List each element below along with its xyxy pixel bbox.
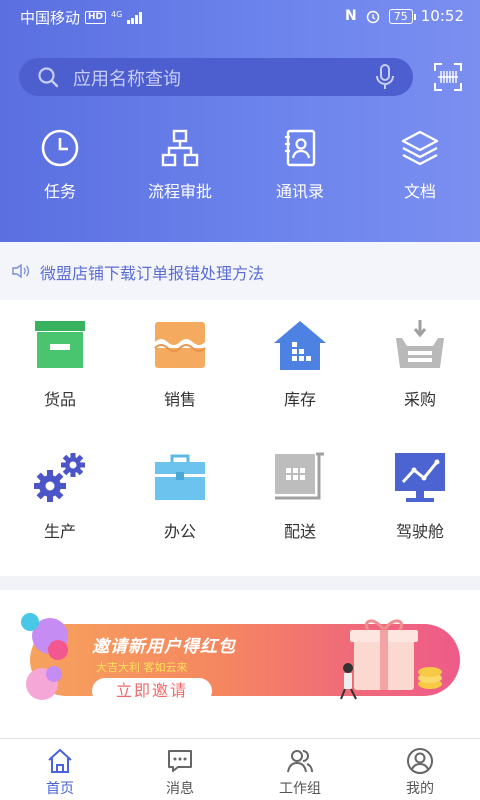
app-office[interactable]: 办公 xyxy=(120,450,240,542)
header: 中国移动 HD 4G N 75 10:52 应用名称查询 任务 流程审批 通讯录… xyxy=(0,0,480,242)
quick-action-label: 任务 xyxy=(43,182,76,201)
tab-messages[interactable]: 消息 xyxy=(120,739,240,800)
microphone-icon[interactable] xyxy=(375,64,395,90)
carrier-label: 中国移动 xyxy=(20,9,81,27)
app-label: 办公 xyxy=(163,522,196,541)
app-label: 货品 xyxy=(43,390,76,409)
decor-orb-icon xyxy=(26,666,62,700)
tab-label: 工作组 xyxy=(279,781,321,797)
briefcase-icon xyxy=(155,454,205,500)
promo-title: 邀请新用户得红包 xyxy=(92,637,236,657)
app-sales[interactable]: 销售 xyxy=(120,318,240,410)
app-production[interactable]: 生产 xyxy=(0,450,120,542)
search-icon xyxy=(38,67,59,88)
quick-action-task[interactable]: 任务 xyxy=(0,128,120,202)
app-dashboard[interactable]: 驾驶舱 xyxy=(360,450,480,542)
quick-action-docs[interactable]: 文档 xyxy=(360,128,480,202)
tab-profile[interactable]: 我的 xyxy=(360,739,480,800)
message-icon xyxy=(168,750,192,772)
promo-subtitle: 大吉大利 客如云来 xyxy=(96,661,188,674)
quick-action-contacts[interactable]: 通讯录 xyxy=(240,128,360,202)
app-label: 销售 xyxy=(163,390,196,409)
quick-action-label: 流程审批 xyxy=(147,182,212,201)
quick-action-approval[interactable]: 流程审批 xyxy=(120,128,240,202)
hd-badge: HD xyxy=(85,11,107,24)
notice-text[interactable]: 微盟店铺下载订单报错处理方法 xyxy=(40,260,264,284)
bottom-tab-bar: 首页 消息 工作组 我的 xyxy=(0,738,480,800)
app-label: 生产 xyxy=(43,522,76,541)
alarm-icon xyxy=(366,10,380,24)
home-icon xyxy=(48,748,72,773)
battery-indicator: 75 xyxy=(388,8,416,24)
section-divider xyxy=(0,576,480,590)
search-bar[interactable]: 应用名称查询 xyxy=(19,58,413,96)
inbox-icon xyxy=(396,320,444,368)
tab-workgroup[interactable]: 工作组 xyxy=(240,739,360,800)
user-icon xyxy=(407,748,433,774)
invite-button[interactable]: 立即邀请 xyxy=(92,678,212,704)
contacts-icon xyxy=(285,129,316,167)
nfc-icon: N xyxy=(345,8,357,24)
app-inventory[interactable]: 库存 xyxy=(240,318,360,410)
cart-icon xyxy=(275,452,324,500)
app-label: 驾驶舱 xyxy=(395,522,444,541)
app-home: 中国移动 HD 4G N 75 10:52 应用名称查询 任务 流程审批 通讯录… xyxy=(0,0,480,800)
app-goods[interactable]: 货品 xyxy=(0,318,120,410)
notice-bar[interactable]: 微盟店铺下载订单报错处理方法 xyxy=(0,242,480,300)
app-label: 库存 xyxy=(283,390,316,409)
signal-icon xyxy=(127,11,143,24)
promo-section: 邀请新用户得红包 大吉大利 客如云来 立即邀请 xyxy=(0,590,480,738)
app-purchase[interactable]: 采购 xyxy=(360,318,480,410)
app-grid: 货品 销售 库存 采购 生产 办公 配送 驾驶舱 xyxy=(0,300,480,576)
tab-label: 首页 xyxy=(46,781,74,797)
quick-action-label: 文档 xyxy=(403,182,436,201)
tab-label: 我的 xyxy=(406,781,434,797)
app-label: 配送 xyxy=(283,522,316,541)
gift-box-icon xyxy=(340,619,442,700)
group-icon xyxy=(287,750,313,773)
scan-icon[interactable] xyxy=(434,63,462,91)
layers-icon xyxy=(401,130,439,166)
clock-time: 10:52 xyxy=(420,7,464,25)
app-delivery[interactable]: 配送 xyxy=(240,450,360,542)
speaker-icon xyxy=(12,264,30,278)
quick-actions: 任务 流程审批 通讯录 文档 xyxy=(0,128,480,202)
search-input[interactable]: 应用名称查询 xyxy=(73,65,181,91)
gears-icon xyxy=(34,453,85,502)
storefront-icon xyxy=(154,322,206,368)
warehouse-icon xyxy=(274,321,326,370)
dashboard-icon xyxy=(395,453,445,502)
promo-banner[interactable]: 邀请新用户得红包 大吉大利 客如云来 立即邀请 xyxy=(21,610,462,704)
org-chart-icon xyxy=(161,129,199,167)
status-bar: 中国移动 HD 4G N 75 10:52 xyxy=(0,0,480,32)
app-label: 采购 xyxy=(403,390,436,409)
box-icon xyxy=(35,321,85,368)
network-type: 4G xyxy=(111,10,123,19)
quick-action-label: 通讯录 xyxy=(275,182,324,201)
tab-home[interactable]: 首页 xyxy=(0,739,120,800)
decor-bubble-icon xyxy=(21,613,68,660)
clock-icon xyxy=(41,129,79,167)
tab-label: 消息 xyxy=(166,781,194,797)
